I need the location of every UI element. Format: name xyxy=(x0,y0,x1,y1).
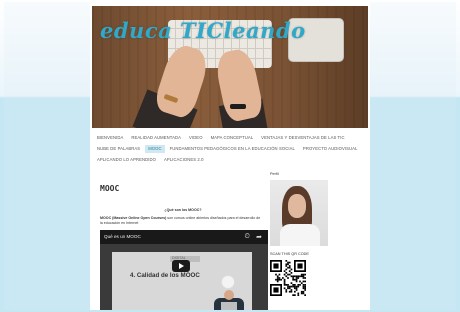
background-frame-left xyxy=(4,2,90,310)
post-content: MOOC ¿Qué son los MOOC? MOOC (Massive On… xyxy=(98,174,270,310)
profile-face xyxy=(288,194,306,218)
play-button[interactable] xyxy=(172,260,190,272)
sidebar: Perfil SCAN THIS QR CODE xyxy=(268,172,364,310)
site-logo[interactable]: educa TICleando xyxy=(100,18,306,43)
nav-item-nube-de-palabras[interactable]: NUBE DE PALABRAS xyxy=(94,145,143,153)
nav-item-mooc[interactable]: MOOC xyxy=(145,145,165,154)
laptop-image xyxy=(221,302,237,310)
profile-shirt xyxy=(280,224,320,246)
blog-page: educa TICleando BIENVENIDA REALIDAD AUMEN… xyxy=(90,2,370,310)
profile-title: Perfil xyxy=(270,172,279,176)
nav-item-aplicando-lo-aprendido[interactable]: APLICANDO LO APRENDIDO xyxy=(94,156,159,164)
nav-row: BIENVENIDA REALIDAD AUMENTADA VIDEO MAPA CO… xyxy=(94,134,366,142)
profile-photo[interactable] xyxy=(270,180,328,246)
nav-item-video[interactable]: VIDEO xyxy=(186,134,206,142)
qr-code-image[interactable] xyxy=(270,260,306,296)
presenter-head-image xyxy=(224,290,234,300)
nav-item-realidad-aumentada[interactable]: REALIDAD AUMENTADA xyxy=(128,134,184,142)
video-embed[interactable]: DIGITAL 4. Calidad de los MOOC Qué es un… xyxy=(100,230,268,310)
slide-text: 4. Calidad de los MOOC xyxy=(130,272,200,279)
post-title: MOOC xyxy=(100,184,120,193)
header-banner: educa TICleando xyxy=(92,6,368,128)
post-paragraph: MOOC (Massive Online Open Courses) son c… xyxy=(100,216,262,226)
qr-title: SCAN THIS QR CODE xyxy=(270,252,309,256)
share-icon[interactable]: ➦ xyxy=(256,233,262,241)
post-question: ¿Qué son los MOOC? xyxy=(164,208,202,212)
clock-icon[interactable]: ⏲ xyxy=(245,233,250,241)
watch-image xyxy=(230,104,246,109)
nav-item-fundamentos-pedagógicos-en-la-educación-social[interactable]: FUNDAMENTOS PEDAGÓGICOS EN LA EDUCACIÓN … xyxy=(167,145,298,153)
lightbulb-image xyxy=(221,275,235,289)
nav-item-ventajas-y-desventajas-de-las-tic[interactable]: VENTAJAS Y DESVENTAJAS DE LAS TIC xyxy=(258,134,347,142)
nav-row: NUBE DE PALABRAS MOOC FUNDAMENTOS PEDAGÓGI… xyxy=(94,145,366,154)
video-title[interactable]: Qué es un MOOC xyxy=(104,234,141,239)
main-nav: BIENVENIDA REALIDAD AUMENTADA VIDEO MAPA CO… xyxy=(94,134,366,168)
nav-item-mapa-conceptual[interactable]: MAPA CONCEPTUAL xyxy=(208,134,257,142)
background-frame-right xyxy=(370,2,456,310)
nav-item-proyecto-audiovisual[interactable]: PROYECTO AUDIOVISUAL xyxy=(300,145,361,153)
paragraph-bold: MOOC (Massive Online Open Courses) xyxy=(100,216,167,220)
nav-item-aplicaciones-2-0[interactable]: APLICACIONES 2.0 xyxy=(161,156,207,164)
nav-row: APLICANDO LO APRENDIDO APLICACIONES 2.0 xyxy=(94,156,366,164)
video-header: Qué es un MOOC ⏲ ➦ xyxy=(100,230,268,244)
nav-item-bienvenida[interactable]: BIENVENIDA xyxy=(94,134,126,142)
